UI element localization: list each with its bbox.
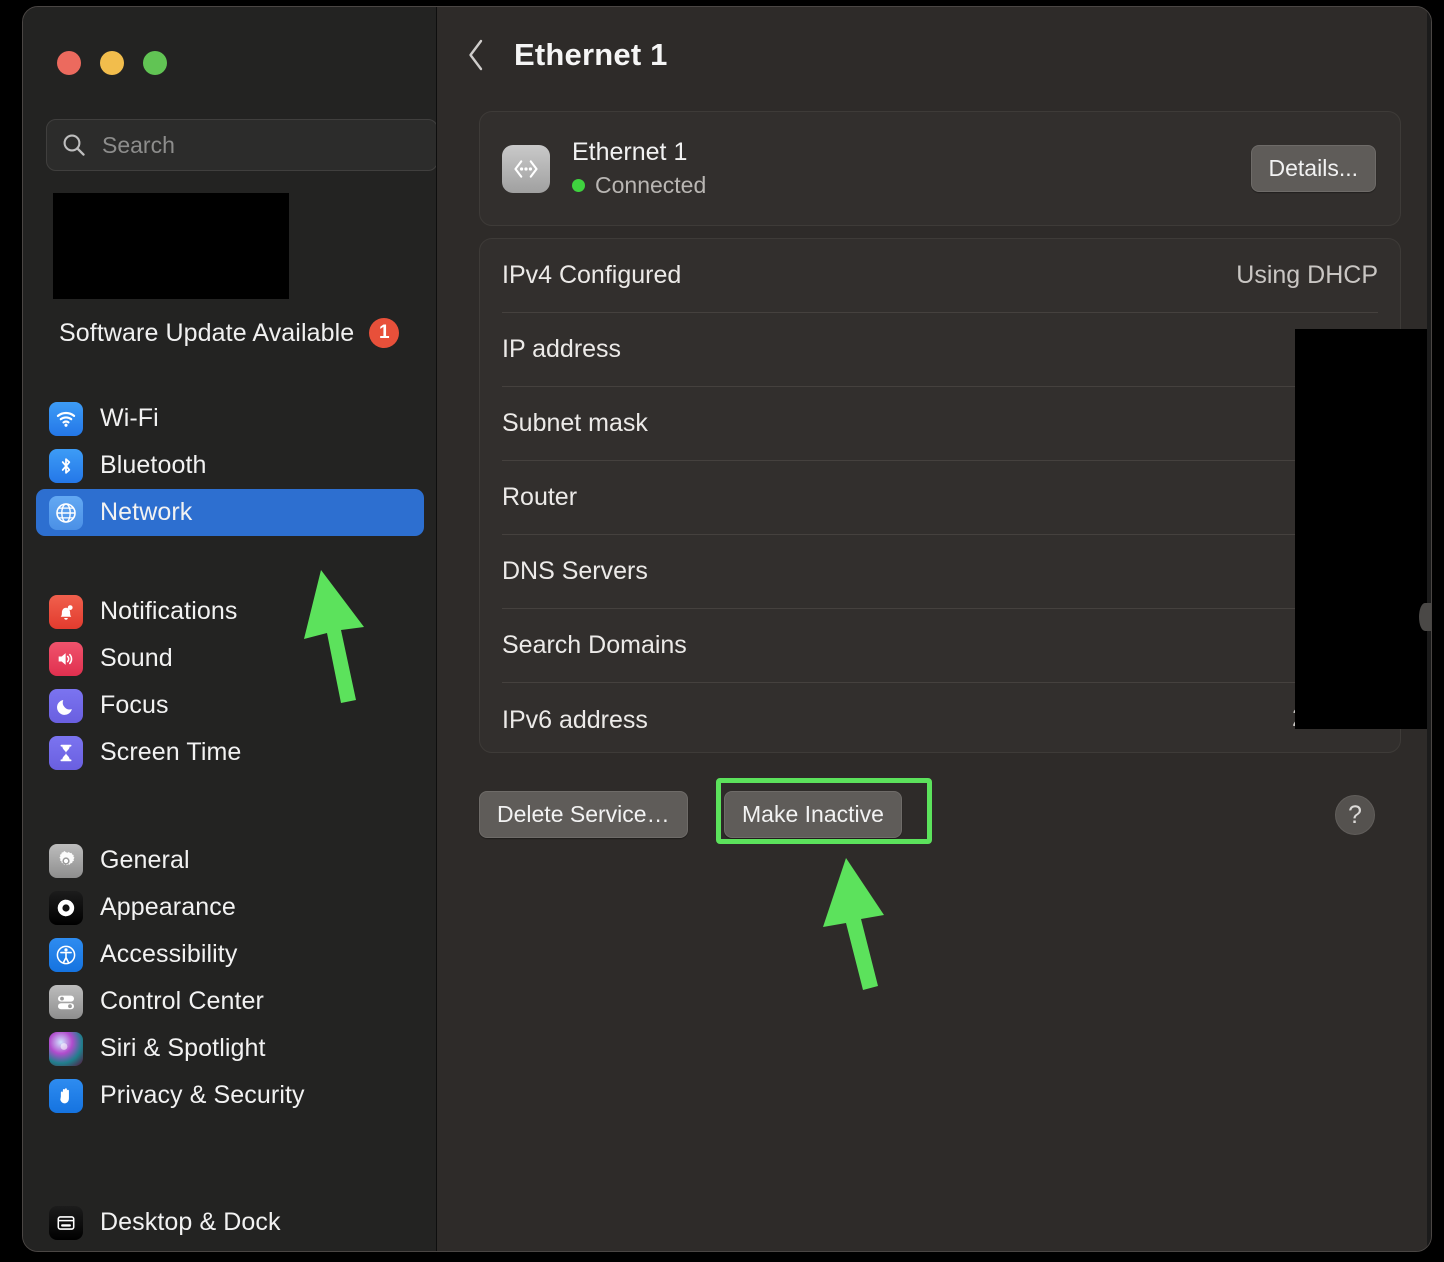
sidebar-item-label: Privacy & Security	[100, 1081, 305, 1109]
moon-icon	[49, 688, 83, 723]
sidebar-item-label: Focus	[100, 691, 169, 719]
status-dot-icon	[572, 179, 585, 192]
sidebar-item-label: Siri & Spotlight	[100, 1034, 266, 1062]
system-settings-window: Software Update Available 1 Wi-Fi	[22, 6, 1432, 1252]
gear-icon	[49, 843, 83, 878]
search-icon	[61, 132, 87, 158]
ethernet-icon	[502, 144, 550, 193]
sidebar-item-control-center[interactable]: Control Center	[36, 978, 424, 1025]
page-header: Ethernet 1	[465, 37, 668, 73]
sidebar-group-desktop: Desktop & Dock	[23, 1199, 436, 1246]
sidebar-item-label: General	[100, 846, 190, 874]
sidebar-item-label: Wi-Fi	[100, 404, 159, 432]
sidebar-group-system-prefs: General Appearance Accessibility Control…	[23, 837, 436, 1119]
info-row-router: Router	[502, 461, 1378, 535]
sidebar-item-desktop-and-dock[interactable]: Desktop & Dock	[36, 1199, 424, 1246]
service-summary-card: Ethernet 1 Connected Details...	[479, 111, 1401, 226]
sidebar-item-notifications[interactable]: Notifications	[36, 588, 424, 635]
cutoff-circle-artifact	[1419, 603, 1431, 631]
software-update-label: Software Update Available	[59, 318, 355, 347]
hourglass-icon	[49, 735, 83, 770]
page-title: Ethernet 1	[514, 37, 668, 72]
info-label: DNS Servers	[502, 557, 648, 585]
network-values-redaction	[1295, 329, 1431, 729]
sidebar-item-label: Notifications	[100, 597, 238, 625]
accessibility-person-icon	[49, 937, 83, 972]
info-label: IP address	[502, 335, 622, 363]
hand-icon	[49, 1078, 83, 1113]
detail-pane: Ethernet 1 Ethernet 1 Connected Details.…	[437, 7, 1431, 1251]
info-row-dns-servers: DNS Servers	[502, 535, 1378, 609]
info-row-subnet-mask: Subnet mask	[502, 387, 1378, 461]
close-button[interactable]	[57, 51, 81, 75]
info-row-ipv6-address: IPv6 address	[502, 683, 1378, 757]
search-input[interactable]	[100, 130, 404, 160]
software-update-banner[interactable]: Software Update Available 1	[59, 318, 400, 348]
sidebar-item-appearance[interactable]: Appearance	[36, 884, 424, 931]
zoom-button[interactable]	[143, 51, 167, 75]
info-label: Search Domains	[502, 631, 687, 659]
sidebar-item-general[interactable]: General	[36, 837, 424, 884]
search-field[interactable]	[46, 119, 436, 171]
sidebar-item-label: Sound	[100, 644, 173, 672]
sidebar-item-label: Appearance	[100, 893, 236, 921]
sidebar-item-focus[interactable]: Focus	[36, 682, 424, 729]
wifi-icon	[49, 401, 83, 436]
service-name: Ethernet 1	[572, 138, 688, 166]
window-traffic-lights	[57, 51, 167, 75]
contrast-circle-icon	[49, 890, 83, 925]
sidebar-item-sound[interactable]: Sound	[36, 635, 424, 682]
sidebar-item-bluetooth[interactable]: Bluetooth	[36, 442, 424, 489]
info-row-search-domains: Search Domains	[502, 609, 1378, 683]
info-row-ipv4-configured: IPv4 Configured Using DHCP	[502, 239, 1378, 313]
network-info-list: IPv4 Configured Using DHCP IP address Su…	[479, 238, 1401, 753]
sidebar-item-label: Bluetooth	[100, 451, 207, 479]
bluetooth-icon	[49, 448, 83, 483]
sidebar-item-siri-and-spotlight[interactable]: Siri & Spotlight	[36, 1025, 424, 1072]
globe-icon	[49, 495, 83, 530]
status-badge: Connected	[572, 172, 1251, 199]
question-mark-icon: ?	[1348, 800, 1362, 829]
sidebar-group-system-alerts: Notifications Sound Focus Screen Time	[23, 588, 436, 776]
sidebar-group-connectivity: Wi-Fi Bluetooth Network	[23, 395, 436, 536]
delete-service-button[interactable]: Delete Service…	[479, 791, 688, 838]
desktop-window-icon	[49, 1205, 83, 1240]
action-button-row: Delete Service… Make Inactive ?	[437, 791, 1431, 847]
sidebar-item-label: Network	[100, 498, 193, 526]
details-button[interactable]: Details...	[1250, 145, 1376, 192]
bell-icon	[49, 594, 83, 629]
sidebar-item-screen-time[interactable]: Screen Time	[36, 729, 424, 776]
info-label: Router	[502, 483, 578, 511]
sidebar: Software Update Available 1 Wi-Fi	[23, 7, 437, 1251]
help-button[interactable]: ?	[1335, 795, 1375, 835]
make-inactive-button[interactable]: Make Inactive	[724, 791, 902, 838]
sidebar-item-label: Control Center	[100, 987, 264, 1015]
info-label: IPv6 address	[502, 705, 648, 734]
info-value: Using DHCP	[1236, 261, 1378, 289]
sidebar-item-label: Screen Time	[100, 738, 242, 766]
info-label: IPv4 Configured	[502, 261, 682, 289]
info-label: Subnet mask	[502, 409, 648, 437]
sidebar-item-accessibility[interactable]: Accessibility	[36, 931, 424, 978]
status-label: Connected	[595, 172, 707, 198]
software-update-badge: 1	[369, 318, 400, 348]
account-avatar-redaction	[53, 193, 289, 299]
sliders-icon	[49, 984, 83, 1019]
minimize-button[interactable]	[100, 51, 124, 75]
sidebar-item-wi-fi[interactable]: Wi-Fi	[36, 395, 424, 442]
sidebar-item-label: Desktop & Dock	[100, 1208, 281, 1236]
info-row-ip-address: IP address	[502, 313, 1378, 387]
siri-orb-icon	[49, 1031, 83, 1066]
chevron-left-icon[interactable]	[465, 38, 487, 72]
speaker-icon	[49, 641, 83, 676]
sidebar-item-label: Accessibility	[100, 940, 238, 968]
sidebar-item-network[interactable]: Network	[36, 489, 424, 536]
sidebar-item-privacy-and-security[interactable]: Privacy & Security	[36, 1072, 424, 1119]
